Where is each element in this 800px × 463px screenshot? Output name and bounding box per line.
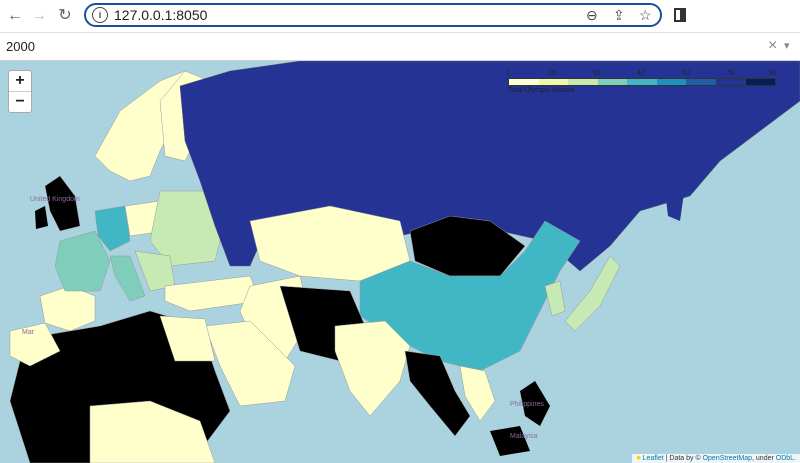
zoom-in-button[interactable]: + <box>9 71 31 92</box>
region-india <box>334 320 411 417</box>
odbl-link[interactable]: ODbL. <box>776 455 796 462</box>
reload-icon[interactable]: ↻ <box>54 5 76 27</box>
browser-toolbar: ← → ↻ i 127.0.0.1:8050 ⊖ ⇪ ☆ <box>0 0 800 33</box>
zoom-control: + − <box>8 70 32 113</box>
forward-arrow-icon[interactable]: → <box>28 5 50 27</box>
url-text: 127.0.0.1:8050 <box>114 7 208 23</box>
place-label: United Kingdom <box>30 196 80 203</box>
map-attribution: ■ Leaflet | Data by © OpenStreetMap, und… <box>632 454 800 463</box>
legend-color-step <box>715 79 746 85</box>
region-iberia <box>39 285 96 332</box>
legend-tick: 1 <box>506 70 510 77</box>
legend-tick: 16 <box>548 70 556 77</box>
legend-color-step <box>538 79 569 85</box>
side-panel-icon[interactable] <box>674 8 686 22</box>
year-dropdown[interactable]: 2000 × ▾ <box>0 34 800 61</box>
map-canvas[interactable] <box>0 61 800 463</box>
leaflet-link[interactable]: ■ Leaflet <box>636 455 663 462</box>
region-japan <box>564 255 621 332</box>
legend-color-step <box>568 79 598 85</box>
legend-tick: 93 <box>769 70 777 77</box>
attribution-under: , under <box>752 455 774 462</box>
legend-color-step <box>656 79 687 85</box>
legend-color-step <box>745 79 776 85</box>
choropleth-map[interactable]: United Kingdom Philippines Malaysia Mar … <box>0 61 800 463</box>
legend-tick: 62 <box>682 70 690 77</box>
legend-color-step <box>597 79 628 85</box>
region-borneo <box>490 426 530 456</box>
color-legend: 1 16 32 47 62 78 93 Total Olympic Medals <box>506 70 777 96</box>
place-label: Mar <box>22 329 35 336</box>
browser-window: ← → ↻ i 127.0.0.1:8050 ⊖ ⇪ ☆ 2000 × ▾ Un… <box>0 0 800 463</box>
legend-tick: 78 <box>726 70 734 77</box>
region-ireland <box>35 206 48 229</box>
place-label: Philippines <box>510 401 544 408</box>
address-bar[interactable]: i 127.0.0.1:8050 ⊖ ⇪ ☆ <box>84 3 662 27</box>
zoom-out-button[interactable]: − <box>9 92 31 112</box>
bookmark-star-icon[interactable]: ☆ <box>639 7 652 24</box>
back-arrow-icon[interactable]: ← <box>4 5 26 27</box>
zoom-out-icon[interactable]: ⊖ <box>586 7 598 24</box>
chevron-down-icon[interactable]: ▾ <box>784 39 790 52</box>
osm-link[interactable]: OpenStreetMap <box>703 455 752 462</box>
share-icon[interactable]: ⇪ <box>613 7 625 24</box>
clear-icon[interactable]: × <box>768 37 777 55</box>
region-korea <box>544 280 566 317</box>
legend-tick: 32 <box>593 70 601 77</box>
legend-color-step <box>509 79 539 85</box>
dropdown-value: 2000 <box>6 39 35 54</box>
attribution-text: | Data by © <box>665 455 701 462</box>
place-label: Malaysia <box>510 433 538 440</box>
legend-caption: Total Olympic Medals <box>508 87 575 94</box>
legend-color-step <box>627 79 657 85</box>
legend-color-step <box>686 79 716 85</box>
info-icon[interactable]: i <box>92 7 108 23</box>
legend-color-bar <box>508 78 776 86</box>
legend-tick: 47 <box>637 70 645 77</box>
region-uk <box>44 175 81 232</box>
